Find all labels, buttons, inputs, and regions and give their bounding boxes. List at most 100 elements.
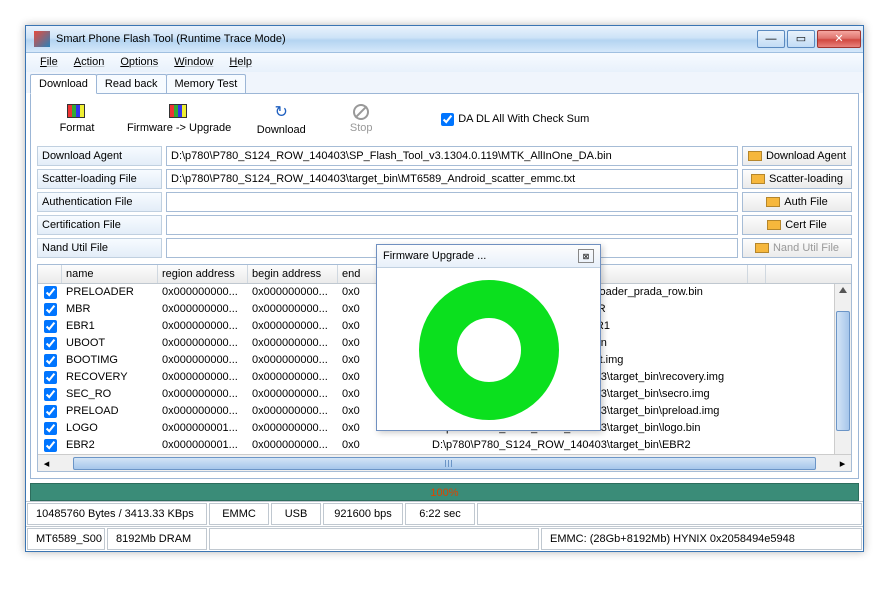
cell-region: 0x000000000... [158, 284, 248, 301]
stop-icon [353, 104, 369, 120]
cell-name: RECOVERY [62, 369, 158, 386]
sb-baud: 921600 bps [323, 503, 403, 525]
tab-memtest[interactable]: Memory Test [166, 74, 247, 93]
cell-name: PRELOAD [62, 403, 158, 420]
row-checkbox[interactable] [44, 371, 57, 384]
row-checkbox[interactable] [44, 388, 57, 401]
col-name[interactable]: name [62, 265, 158, 283]
firmware-upgrade-dialog[interactable]: Firmware Upgrade ... ⊠ [376, 244, 601, 431]
cell-region: 0x000000000... [158, 301, 248, 318]
hscrollbar[interactable]: ◂ ▸ [38, 454, 851, 471]
toolbar: Format Firmware -> Upgrade ↻ Download St… [37, 100, 852, 142]
da-browse-button[interactable]: Download Agent [742, 146, 852, 166]
stop-button[interactable]: Stop [331, 104, 391, 134]
cell-name: EBR1 [62, 318, 158, 335]
cell-region: 0x000000000... [158, 352, 248, 369]
cell-location: D:\p780\P780_S124_ROW_140403\target_bin\… [428, 437, 748, 454]
app-icon [34, 31, 50, 47]
menu-options[interactable]: Options [112, 54, 166, 70]
progress-bar: 100% [30, 483, 859, 501]
tab-download[interactable]: Download [30, 74, 97, 94]
auth-label: Authentication File [37, 192, 162, 212]
cell-name: PRELOADER [62, 284, 158, 301]
cell-name: LOGO [62, 420, 158, 437]
titlebar[interactable]: Smart Phone Flash Tool (Runtime Trace Mo… [26, 26, 863, 53]
sb-conn: USB [271, 503, 321, 525]
row-checkbox[interactable] [44, 286, 57, 299]
tabstrip: Download Read back Memory Test [26, 72, 863, 93]
col-begin[interactable]: begin address [248, 265, 338, 283]
statusbar2: MT6589_S00 8192Mb DRAM EMMC: (28Gb+8192M… [26, 526, 863, 551]
close-button[interactable]: ✕ [817, 30, 861, 48]
cell-region: 0x000000000... [158, 369, 248, 386]
row-checkbox[interactable] [44, 337, 57, 350]
hscroll-thumb[interactable] [73, 457, 816, 470]
col-region[interactable]: region address [158, 265, 248, 283]
vscroll-gutter [748, 265, 766, 283]
auth-input[interactable] [166, 192, 738, 212]
checksum-option[interactable]: DA DL All With Check Sum [441, 113, 589, 126]
format-icon [67, 104, 87, 120]
dialog-title: Firmware Upgrade ... [383, 250, 486, 262]
menubar: File Action Options Window Help [26, 53, 863, 72]
scatter-input[interactable] [166, 169, 738, 189]
format-label: Format [60, 122, 95, 134]
scatter-label: Scatter-loading File [37, 169, 162, 189]
folder-icon [748, 151, 762, 161]
dialog-close-button[interactable]: ⊠ [578, 249, 594, 263]
cell-begin: 0x000000000... [248, 335, 338, 352]
menu-help[interactable]: Help [221, 54, 260, 70]
scatter-browse-button[interactable]: Scatter-loading [742, 169, 852, 189]
row-checkbox[interactable] [44, 405, 57, 418]
sb-transfer: 10485760 Bytes / 3413.33 KBps [27, 503, 207, 525]
row-checkbox[interactable] [44, 422, 57, 435]
download-button[interactable]: ↻ Download [251, 102, 311, 136]
tab-readback[interactable]: Read back [96, 74, 167, 93]
sb-chip: MT6589_S00 [27, 528, 105, 550]
row-checkbox[interactable] [44, 439, 57, 452]
cell-region: 0x000000000... [158, 318, 248, 335]
cell-region: 0x000000000... [158, 335, 248, 352]
stop-label: Stop [350, 122, 373, 134]
cert-input[interactable] [166, 215, 738, 235]
firmware-upgrade-button[interactable]: Firmware -> Upgrade [127, 104, 231, 134]
vscroll-thumb[interactable] [836, 311, 850, 431]
app-window: Smart Phone Flash Tool (Runtime Trace Mo… [25, 25, 864, 552]
upgrade-icon [169, 104, 189, 120]
cert-browse-button[interactable]: Cert File [742, 215, 852, 235]
format-button[interactable]: Format [47, 104, 107, 134]
cell-begin: 0x000000000... [248, 403, 338, 420]
menu-file[interactable]: File [32, 54, 66, 70]
menu-action[interactable]: Action [66, 54, 113, 70]
row-checkbox[interactable] [44, 354, 57, 367]
vscrollbar[interactable] [834, 284, 851, 454]
cell-name: SEC_RO [62, 386, 158, 403]
cell-name: UBOOT [62, 335, 158, 352]
folder-icon [751, 174, 765, 184]
file-config-grid: Download Agent Download Agent Scatter-lo… [37, 146, 852, 258]
cell-begin: 0x000000000... [248, 420, 338, 437]
cell-region: 0x000000001... [158, 437, 248, 454]
cell-begin: 0x000000000... [248, 352, 338, 369]
menu-window[interactable]: Window [166, 54, 221, 70]
cell-begin: 0x000000000... [248, 386, 338, 403]
cert-label: Certification File [37, 215, 162, 235]
auth-browse-button[interactable]: Auth File [742, 192, 852, 212]
maximize-button[interactable]: ▭ [787, 30, 815, 48]
sb-time: 6:22 sec [405, 503, 475, 525]
da-input[interactable] [166, 146, 738, 166]
minimize-button[interactable]: — [757, 30, 785, 48]
cell-region: 0x000000000... [158, 403, 248, 420]
cell-begin: 0x000000000... [248, 369, 338, 386]
folder-icon [767, 220, 781, 230]
checksum-label: DA DL All With Check Sum [458, 113, 589, 125]
nand-browse-button: Nand Util File [742, 238, 852, 258]
window-title: Smart Phone Flash Tool (Runtime Trace Mo… [56, 33, 757, 45]
cell-begin: 0x000000000... [248, 318, 338, 335]
checksum-checkbox[interactable] [441, 113, 454, 126]
row-checkbox[interactable] [44, 303, 57, 316]
table-row[interactable]: EBR20x000000001...0x000000000...0x0D:\p7… [38, 437, 851, 454]
sb-storage: EMMC [209, 503, 269, 525]
row-checkbox[interactable] [44, 320, 57, 333]
cell-region: 0x000000000... [158, 386, 248, 403]
